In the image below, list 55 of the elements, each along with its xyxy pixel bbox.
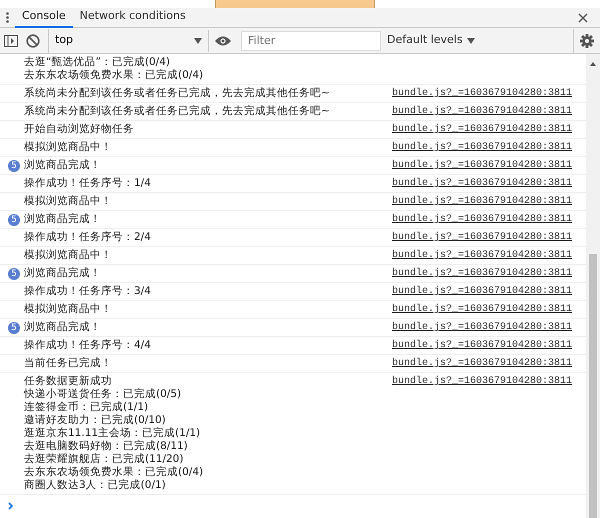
source-link[interactable]: bundle.js?_=1603679104280:3811 [392,231,572,244]
log-message: 去东东农场领免费水果：已完成(0/4) [24,69,204,82]
source-link[interactable]: bundle.js?_=1603679104280:3811 [392,285,572,298]
log-message: 模拟浏览商品中！ [24,249,112,262]
log-message: 快递小哥送货任务：已完成(0/5) [24,388,182,401]
log-message: 浏览商品完成！ [24,267,101,280]
log-message: 去逛“甄选优品”：已完成(0/4) [24,56,171,69]
log-message: 模拟浏览商品中！ [24,195,112,208]
caret-icon [194,38,202,44]
source-link[interactable]: bundle.js?_=1603679104280:3811 [392,141,572,154]
source-link[interactable]: bundle.js?_=1603679104280:3811 [392,303,572,316]
log-message: 商圈人数达3人：已完成(0/1) [24,479,167,492]
source-link[interactable]: bundle.js?_=1603679104280:3811 [392,123,572,136]
levels-dropdown[interactable]: Default levels [381,32,481,49]
log-message: 系统尚未分配到该任务或者任务已完成，先去完成其他任务吧~ [24,105,330,118]
log-message: 逛逛京东11.11主会场：已完成(1/1) [24,427,202,440]
log-message: 系统尚未分配到该任务或者任务已完成，先去完成其他任务吧~ [24,87,330,100]
source-link[interactable]: bundle.js?_=1603679104280:3811 [392,321,572,334]
log-message: 浏览商品完成！ [24,159,101,172]
log-message: 浏览商品完成！ [24,321,101,334]
source-link[interactable]: bundle.js?_=1603679104280:3811 [392,177,572,190]
source-link[interactable]: bundle.js?_=1603679104280:3811 [392,105,572,118]
repeat-count-badge: 5 [8,214,20,226]
repeat-count-badge: 5 [8,322,20,334]
log-message: 开始自动浏览好物任务 [24,123,134,136]
log-message: 操作成功！任务序号：4/4 [24,339,151,352]
log-message: 去东东农场领免费水果：已完成(0/4) [24,466,204,479]
filter-field[interactable]: Filter [241,30,381,50]
context-select[interactable]: top [49,30,209,52]
source-link[interactable]: bundle.js?_=1603679104280:3811 [392,87,572,100]
log-message: 操作成功！任务序号：2/4 [24,231,151,244]
source-link[interactable]: bundle.js?_=1603679104280:3811 [392,159,572,172]
log-message: 任务数据更新成功 [24,375,113,388]
log-message: 浏览商品完成！ [24,213,101,226]
prompt-icon [8,502,14,510]
repeat-count-badge: 5 [8,160,20,172]
source-link[interactable]: bundle.js?_=1603679104280:3811 [392,213,572,226]
repeat-count-badge: 5 [8,268,20,280]
log-message: 操作成功！任务序号：3/4 [24,285,151,298]
source-link[interactable]: bundle.js?_=1603679104280:3811 [392,339,572,352]
log-message: 当前任务已完成！ [24,357,112,370]
log-message: 去逛电脑数码好物：已完成(8/11) [24,440,189,453]
source-link[interactable]: bundle.js?_=1603679104280:3811 [392,357,572,370]
source-link[interactable]: bundle.js?_=1603679104280:3811 [392,267,572,280]
tab[interactable]: Network conditions [72,8,193,28]
source-link[interactable]: bundle.js?_=1603679104280:3811 [392,249,572,262]
log-message: 连签得金币：已完成(1/1) [24,401,150,414]
source-link[interactable]: bundle.js?_=1603679104280:3811 [392,375,572,388]
caret-icon [466,38,475,44]
log-message: 操作成功！任务序号：1/4 [24,177,151,190]
log-message: 邀请好友助力：已完成(0/10) [24,414,167,427]
source-link[interactable]: bundle.js?_=1603679104280:3811 [392,195,572,208]
log-message: 模拟浏览商品中！ [24,141,112,154]
log-message: 去逛荣耀旗舰店：已完成(11/20) [24,453,184,466]
log-message: 模拟浏览商品中！ [24,303,112,316]
